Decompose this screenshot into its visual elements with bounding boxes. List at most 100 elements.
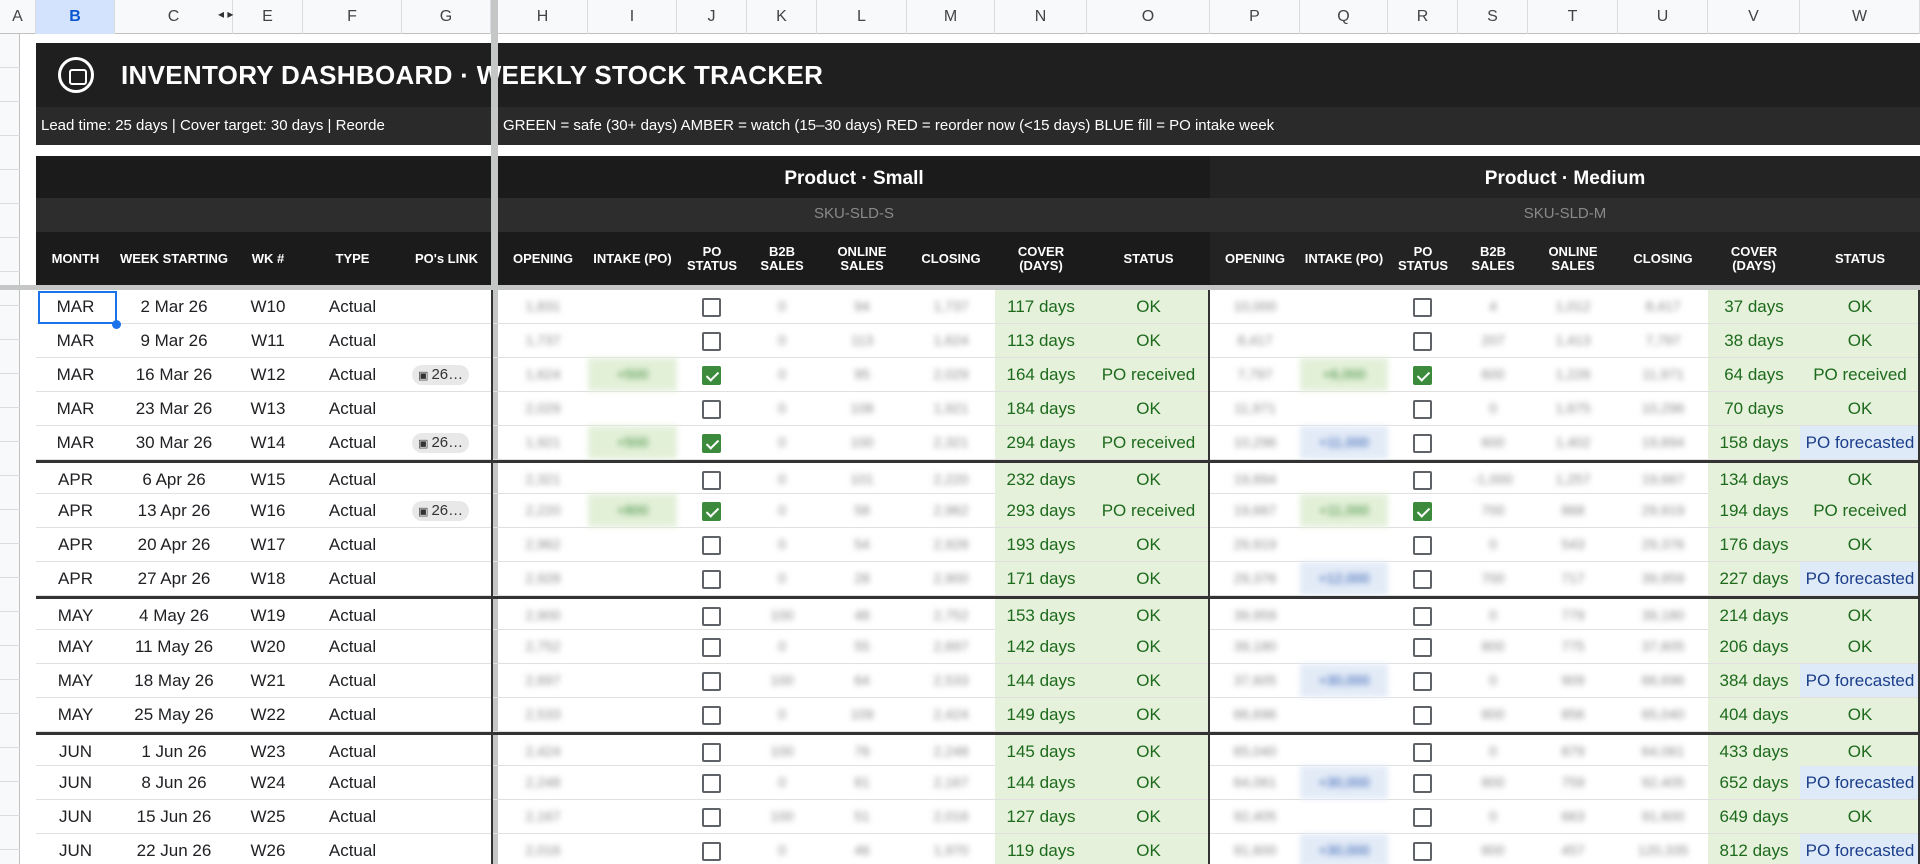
medium-closing[interactable]: 120,335 [1618, 834, 1708, 864]
medium-status[interactable]: OK [1800, 800, 1920, 833]
medium-status[interactable]: PO forecasted [1800, 834, 1920, 864]
medium-po-status-checkbox[interactable] [1413, 743, 1432, 762]
medium-opening[interactable]: 92,405 [1210, 800, 1300, 833]
medium-opening[interactable]: 39,959 [1210, 599, 1300, 632]
small-po-status-checkbox[interactable] [702, 607, 721, 626]
medium-closing[interactable]: 29,376 [1618, 528, 1708, 561]
small-status[interactable]: OK [1087, 599, 1210, 632]
medium-intake[interactable] [1300, 698, 1388, 731]
medium-closing[interactable]: 91,600 [1618, 800, 1708, 833]
small-intake[interactable] [588, 630, 677, 663]
cell-month[interactable]: MAR [36, 358, 115, 391]
small-status[interactable]: OK [1087, 698, 1210, 731]
medium-intake[interactable]: +12,000 [1300, 562, 1388, 595]
small-closing[interactable]: 2,016 [907, 800, 995, 833]
column-header-l[interactable]: L [817, 0, 907, 34]
cell-week-starting[interactable]: 15 Jun 26 [115, 800, 233, 833]
medium-po-status-checkbox[interactable] [1413, 706, 1432, 725]
cell-week-starting[interactable]: 25 May 26 [115, 698, 233, 731]
cell-month[interactable]: MAY [36, 599, 115, 632]
column-header-c[interactable]: C [115, 0, 233, 34]
po-link-chip[interactable]: ▣ 26… [412, 365, 470, 385]
small-online-sales[interactable]: 58 [817, 494, 907, 527]
medium-closing[interactable]: 37,605 [1618, 630, 1708, 663]
small-intake[interactable] [588, 664, 677, 697]
medium-opening[interactable]: 19,667 [1210, 494, 1300, 527]
small-cover-days[interactable]: 127 days [995, 800, 1087, 833]
cell-type[interactable]: Actual [303, 494, 402, 527]
medium-intake[interactable] [1300, 800, 1388, 833]
small-po-status-checkbox[interactable] [702, 536, 721, 555]
small-b2b-sales[interactable]: 0 [747, 426, 817, 459]
small-online-sales[interactable]: 54 [817, 528, 907, 561]
small-closing[interactable]: 1,624 [907, 324, 995, 357]
small-intake[interactable] [588, 766, 677, 799]
small-po-status-checkbox[interactable] [702, 570, 721, 589]
column-header-b[interactable]: B [36, 0, 115, 34]
small-cover-days[interactable]: 184 days [995, 392, 1087, 425]
medium-intake[interactable]: +30,000 [1300, 664, 1388, 697]
medium-opening[interactable]: 65,040 [1210, 735, 1300, 768]
medium-online-sales[interactable]: 856 [1528, 698, 1618, 731]
small-online-sales[interactable]: 109 [817, 698, 907, 731]
row-number[interactable] [0, 136, 20, 170]
medium-b2b-sales[interactable]: 600 [1458, 426, 1528, 459]
cell-week-starting[interactable]: 6 Apr 26 [115, 463, 233, 496]
small-opening[interactable]: 2,220 [498, 494, 588, 527]
medium-status[interactable]: OK [1800, 599, 1920, 632]
row-number[interactable] [0, 680, 20, 714]
small-status[interactable]: OK [1087, 735, 1210, 768]
small-closing[interactable]: 2,167 [907, 766, 995, 799]
cell-week-starting[interactable]: 11 May 26 [115, 630, 233, 663]
small-online-sales[interactable]: 48 [817, 599, 907, 632]
medium-status[interactable]: PO forecasted [1800, 664, 1920, 697]
small-closing[interactable]: 2,962 [907, 494, 995, 527]
cell-type[interactable]: Actual [303, 766, 402, 799]
column-header-p[interactable]: P [1210, 0, 1300, 34]
medium-online-sales[interactable]: 909 [1528, 664, 1618, 697]
cell-type[interactable]: Actual [303, 800, 402, 833]
medium-closing[interactable]: 92,405 [1618, 766, 1708, 799]
medium-online-sales[interactable]: 1,257 [1528, 463, 1618, 496]
medium-online-sales[interactable]: 1,012 [1528, 290, 1618, 323]
medium-intake[interactable] [1300, 528, 1388, 561]
cell-week-number[interactable]: W12 [233, 358, 303, 391]
medium-cover-days[interactable]: 37 days [1708, 290, 1800, 323]
medium-online-sales[interactable]: 759 [1528, 766, 1618, 799]
small-closing[interactable]: 2,321 [907, 426, 995, 459]
small-online-sales[interactable]: 108 [817, 392, 907, 425]
medium-online-sales[interactable]: 457 [1528, 834, 1618, 864]
small-b2b-sales[interactable]: 0 [747, 834, 817, 864]
small-b2b-sales[interactable]: 0 [747, 392, 817, 425]
cell-week-starting[interactable]: 20 Apr 26 [115, 528, 233, 561]
column-header-q[interactable]: Q [1300, 0, 1388, 34]
medium-b2b-sales[interactable]: 800 [1458, 630, 1528, 663]
medium-online-sales[interactable]: 868 [1528, 494, 1618, 527]
small-po-status-checkbox[interactable] [702, 638, 721, 657]
medium-opening[interactable]: 11,971 [1210, 392, 1300, 425]
small-opening[interactable]: 2,533 [498, 698, 588, 731]
medium-cover-days[interactable]: 404 days [1708, 698, 1800, 731]
small-b2b-sales[interactable]: 100 [747, 735, 817, 768]
cell-week-number[interactable]: W15 [233, 463, 303, 496]
row-number[interactable] [0, 782, 20, 816]
medium-b2b-sales[interactable]: 0 [1458, 800, 1528, 833]
small-cover-days[interactable]: 144 days [995, 766, 1087, 799]
cell-week-number[interactable]: W17 [233, 528, 303, 561]
small-closing[interactable]: 1,737 [907, 290, 995, 323]
column-header-r[interactable]: R [1388, 0, 1458, 34]
medium-b2b-sales[interactable]: 4 [1458, 290, 1528, 323]
small-status[interactable]: OK [1087, 324, 1210, 357]
medium-closing[interactable]: 10,296 [1618, 392, 1708, 425]
row-number[interactable] [0, 850, 20, 864]
small-po-status-checkbox[interactable] [702, 471, 721, 490]
small-b2b-sales[interactable]: 0 [747, 324, 817, 357]
cell-week-number[interactable]: W23 [233, 735, 303, 768]
cell-month[interactable]: APR [36, 494, 115, 527]
cell-week-starting[interactable]: 1 Jun 26 [115, 735, 233, 768]
medium-online-sales[interactable]: 775 [1528, 630, 1618, 663]
cell-month[interactable]: MAY [36, 664, 115, 697]
cell-type[interactable]: Actual [303, 290, 402, 323]
cell-month[interactable]: JUN [36, 800, 115, 833]
column-header-a[interactable]: A [0, 0, 36, 34]
